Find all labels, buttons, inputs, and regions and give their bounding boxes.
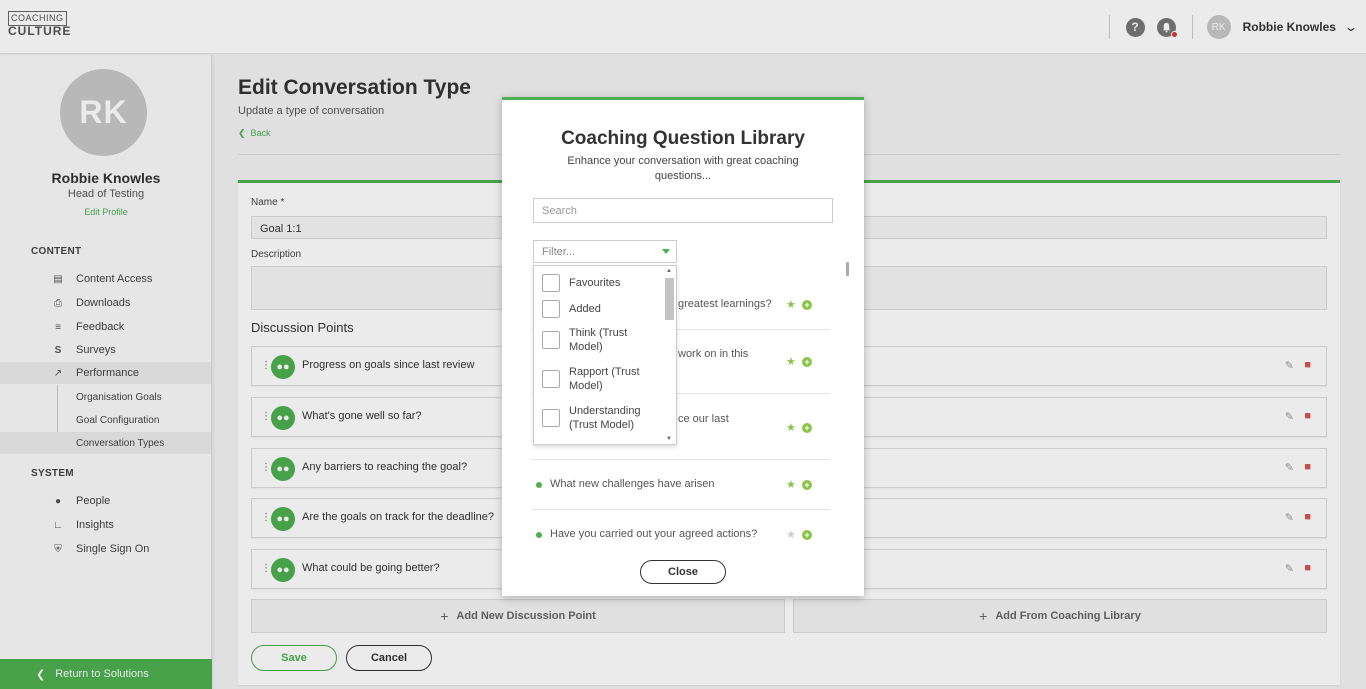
star-icon[interactable]: ★ bbox=[786, 478, 796, 491]
add-question-icon[interactable]: + bbox=[802, 300, 812, 310]
filter-option-understanding[interactable]: Understanding (Trust Model) bbox=[542, 404, 660, 432]
checkbox[interactable] bbox=[542, 274, 560, 292]
add-question-icon[interactable]: + bbox=[802, 357, 812, 367]
divider bbox=[532, 459, 830, 460]
modal-title: Coaching Question Library bbox=[561, 128, 805, 149]
filter-option-rapport[interactable]: Rapport (Trust Model) bbox=[542, 365, 660, 393]
star-icon[interactable]: ★ bbox=[786, 298, 796, 311]
star-icon[interactable]: ★ bbox=[786, 355, 796, 368]
scroll-up-icon[interactable]: ▲ bbox=[666, 268, 672, 274]
checkbox[interactable] bbox=[542, 409, 560, 427]
star-icon[interactable]: ★ bbox=[786, 421, 796, 434]
filter-option-added[interactable]: Added bbox=[542, 300, 660, 318]
add-question-icon[interactable]: + bbox=[802, 530, 812, 540]
question-text: Have you carried out your agreed actions… bbox=[550, 528, 758, 540]
close-button[interactable]: Close bbox=[640, 560, 726, 584]
filter-select[interactable]: Filter... bbox=[533, 240, 677, 263]
checkbox[interactable] bbox=[542, 370, 560, 388]
question-text: ce our last bbox=[678, 413, 729, 425]
scrollbar[interactable] bbox=[845, 262, 850, 552]
modal-subtitle: Enhance your conversation with great coa… bbox=[567, 155, 799, 182]
scrollbar-thumb[interactable] bbox=[665, 278, 674, 320]
dropdown-scrollbar[interactable]: ▲ ▼ bbox=[665, 268, 674, 442]
question-text: What new challenges have arisen bbox=[550, 478, 715, 490]
filter-option-think[interactable]: Think (Trust Model) bbox=[542, 326, 660, 354]
star-icon[interactable]: ★ bbox=[786, 528, 796, 541]
caret-down-icon bbox=[662, 249, 670, 254]
bullet-dot bbox=[536, 482, 542, 488]
filter-dropdown: Favourites Added Think (Trust Model) Rap… bbox=[533, 265, 677, 445]
add-question-icon[interactable]: + bbox=[802, 423, 812, 433]
scrollbar-thumb[interactable] bbox=[846, 262, 849, 276]
question-text: work on in this bbox=[678, 348, 749, 360]
scroll-down-icon[interactable]: ▼ bbox=[666, 436, 672, 442]
checkbox[interactable] bbox=[542, 331, 560, 349]
add-question-icon[interactable]: + bbox=[802, 480, 812, 490]
search-input[interactable]: Search bbox=[533, 198, 833, 223]
bullet-dot bbox=[536, 532, 542, 538]
divider bbox=[532, 509, 830, 510]
question-text: greatest learnings? bbox=[678, 298, 772, 310]
filter-option-favourites[interactable]: Favourites bbox=[542, 274, 660, 292]
checkbox[interactable] bbox=[542, 300, 560, 318]
